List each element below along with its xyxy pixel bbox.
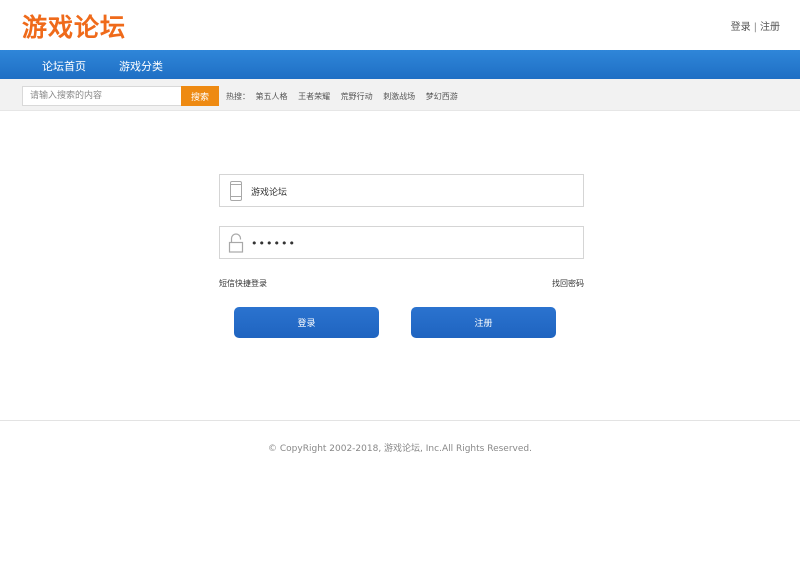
footer-divider (0, 420, 800, 421)
sms-login-link[interactable]: 短信快捷登录 (219, 278, 267, 289)
search-input[interactable] (22, 86, 182, 106)
hot-search-item[interactable]: 王者荣耀 (298, 92, 330, 101)
site-header: 游戏论坛 登录 | 注册 (0, 0, 800, 50)
top-register-link[interactable]: 注册 (760, 22, 780, 33)
nav-item-categories[interactable]: 游戏分类 (119, 58, 163, 74)
hot-search-item[interactable]: 荒野行动 (341, 92, 373, 101)
username-field[interactable] (219, 174, 584, 207)
hot-search-label: 热搜： (226, 92, 250, 101)
forgot-password-link[interactable]: 找回密码 (552, 278, 584, 289)
phone-icon (230, 181, 242, 201)
unlock-icon (228, 233, 244, 253)
main-nav: 论坛首页 游戏分类 (0, 50, 800, 79)
hot-search-item[interactable]: 梦幻西游 (426, 92, 458, 101)
password-field[interactable] (219, 226, 584, 259)
search-bar: 搜索 热搜： 第五人格 王者荣耀 荒野行动 刺激战场 梦幻西游 (0, 79, 800, 111)
search-button[interactable]: 搜索 (181, 86, 219, 106)
password-input[interactable] (251, 235, 571, 251)
copyright-text: © CopyRight 2002-2018, 游戏论坛, Inc.All Rig… (268, 444, 532, 454)
nav-item-home[interactable]: 论坛首页 (42, 58, 86, 74)
login-button[interactable]: 登录 (234, 307, 379, 338)
register-button[interactable]: 注册 (411, 307, 556, 338)
top-links: 登录 | 注册 (731, 18, 780, 33)
username-input[interactable] (251, 183, 571, 199)
hot-search-item[interactable]: 第五人格 (256, 92, 288, 101)
hot-search-item[interactable]: 刺激战场 (383, 92, 415, 101)
hot-searches: 热搜： 第五人格 王者荣耀 荒野行动 刺激战场 梦幻西游 (226, 91, 466, 102)
site-logo[interactable]: 游戏论坛 (22, 8, 126, 44)
top-link-separator: | (753, 22, 757, 33)
top-login-link[interactable]: 登录 (731, 22, 751, 33)
